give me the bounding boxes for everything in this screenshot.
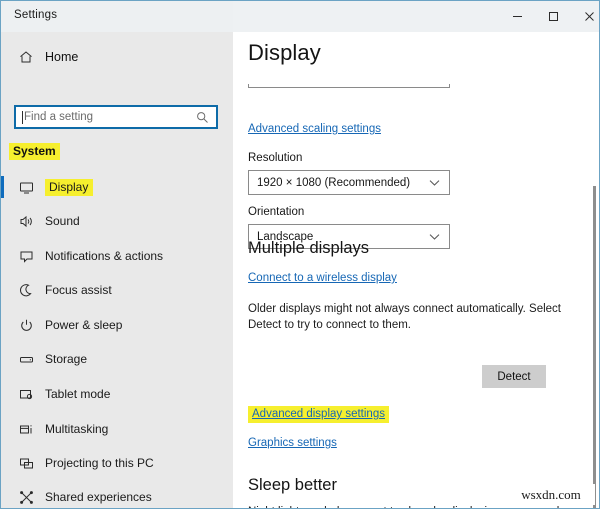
minimize-button[interactable] [499,1,535,32]
sidebar-item-focus-assist-label: Focus assist [45,283,112,297]
older-displays-description: Older displays might not always connect … [248,303,561,331]
graphics-settings-link[interactable]: Graphics settings [248,437,337,449]
sidebar-item-power-sleep-label: Power & sleep [45,318,123,332]
close-button[interactable] [571,1,599,32]
advanced-display-settings-link[interactable]: Advanced display settings [248,406,389,423]
storage-icon [7,352,45,367]
watermark: wsxdn.com [507,484,595,505]
multiple-displays-heading: Multiple displays [248,239,370,257]
home-icon [7,50,45,64]
page-title: Display [248,40,321,65]
moon-icon [7,283,45,298]
sidebar-item-tablet-mode-label: Tablet mode [45,387,111,401]
orientation-label: Orientation [248,206,305,218]
resolution-label: Resolution [248,152,303,164]
search-icon[interactable] [196,111,209,124]
close-icon [584,11,595,22]
settings-window: Settings Home Find a setting System Disp… [0,0,600,509]
selection-indicator [1,176,4,198]
sidebar-item-storage-label: Storage [45,352,88,366]
power-icon [7,318,45,333]
connect-wireless-display-link[interactable]: Connect to a wireless display [248,272,397,284]
sidebar-item-multitasking[interactable]: Multitasking [1,415,233,443]
text-caret [22,110,23,124]
projecting-icon [7,456,45,471]
sidebar-item-shared-experiences-label: Shared experiences [45,490,152,504]
speaker-icon [7,214,45,229]
maximize-button[interactable] [535,1,571,32]
sidebar-item-notifications-label: Notifications & actions [45,249,164,263]
minimize-icon [512,11,523,22]
title-bar: Settings [1,1,599,32]
chevron-down-icon [429,179,440,187]
share-icon [7,490,45,505]
search-input[interactable]: Find a setting [14,105,218,129]
main-content: 100% (Recommended) Display Advanced scal… [233,32,599,508]
sidebar-item-display-label: Display [45,178,94,196]
tablet-icon [7,387,45,402]
multitasking-icon [7,422,45,437]
sidebar-item-home-label: Home [45,50,79,64]
sidebar-item-storage[interactable]: Storage [1,345,233,373]
advanced-scaling-settings-link[interactable]: Advanced scaling settings [248,123,381,135]
sidebar-item-tablet-mode[interactable]: Tablet mode [1,380,233,408]
detect-button[interactable]: Detect [482,365,546,388]
sidebar-item-display[interactable]: Display [1,173,233,201]
sidebar-item-projecting[interactable]: Projecting to this PC [1,449,233,477]
sidebar-item-multitasking-label: Multitasking [45,422,109,436]
app-title: Settings [14,9,58,21]
resolution-dropdown-value: 1920 × 1080 (Recommended) [257,176,411,189]
sidebar-item-projecting-label: Projecting to this PC [45,456,154,470]
sidebar-item-shared-experiences[interactable]: Shared experiences [1,483,233,508]
sleep-better-heading: Sleep better [248,476,337,494]
resolution-dropdown[interactable]: 1920 × 1080 (Recommended) [248,170,450,195]
sidebar-item-home[interactable]: Home [1,42,233,72]
maximize-icon [548,11,559,22]
sidebar-item-power-sleep[interactable]: Power & sleep [1,311,233,339]
sidebar-item-sound[interactable]: Sound [1,207,233,235]
sidebar-item-notifications[interactable]: Notifications & actions [1,242,233,270]
scrollbar-thumb[interactable] [593,186,596,508]
search-placeholder: Find a setting [24,111,94,123]
sidebar-item-sound-label: Sound [45,214,80,228]
sidebar: Home Find a setting System Display Sound… [1,32,233,508]
sidebar-group-system: System [9,143,60,160]
sidebar-item-focus-assist[interactable]: Focus assist [1,276,233,304]
notification-bubble-icon [7,249,45,264]
monitor-icon [7,180,45,195]
chevron-down-icon [429,233,440,241]
